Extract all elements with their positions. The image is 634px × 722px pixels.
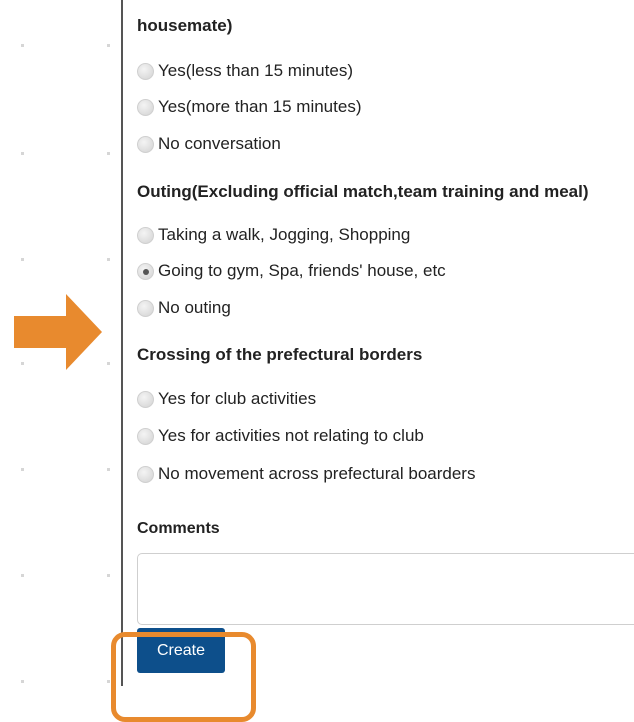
radio-label: Yes for activities not relating to club — [158, 426, 424, 445]
radio-button[interactable] — [137, 390, 154, 408]
radio-button[interactable] — [137, 62, 154, 80]
background-dot — [21, 468, 24, 471]
radio-option-club-activities[interactable]: Yes for club activities — [137, 387, 316, 411]
radio-button[interactable] — [137, 465, 154, 483]
radio-option-walk-jogging-shopping[interactable]: Taking a walk, Jogging, Shopping — [137, 223, 410, 247]
create-button[interactable]: Create — [137, 628, 225, 673]
radio-label: Yes for club activities — [158, 389, 317, 408]
radio-option-gym-spa-friends[interactable]: Going to gym, Spa, friends' house, etc — [137, 259, 446, 283]
radio-label: Yes(more than 15 minutes) — [158, 97, 362, 116]
comments-textarea[interactable] — [137, 553, 634, 625]
radio-button[interactable] — [137, 226, 154, 244]
background-dot — [107, 468, 110, 471]
background-dot — [107, 152, 110, 155]
background-dot — [21, 574, 24, 577]
radio-button[interactable] — [137, 135, 154, 153]
border-heading: Crossing of the prefectural borders — [137, 345, 423, 364]
comments-label: Comments — [137, 520, 220, 537]
radio-label: Going to gym, Spa, friends' house, etc — [158, 261, 446, 280]
background-dot — [21, 680, 24, 683]
radio-label: No outing — [158, 298, 231, 317]
background-dot — [21, 44, 24, 47]
radio-option-no-border-movement[interactable]: No movement across prefectural boarders — [137, 462, 475, 486]
radio-button[interactable] — [137, 299, 154, 317]
radio-option-yes-more-15[interactable]: Yes(more than 15 minutes) — [137, 95, 361, 119]
radio-label: No conversation — [158, 134, 281, 153]
radio-button-selected[interactable] — [137, 262, 154, 280]
background-dot — [21, 258, 24, 261]
radio-option-yes-less-15[interactable]: Yes(less than 15 minutes) — [137, 59, 353, 83]
background-dot — [107, 680, 110, 683]
radio-button[interactable] — [137, 427, 154, 445]
background-dot — [107, 362, 110, 365]
radio-option-no-conversation[interactable]: No conversation — [137, 132, 281, 156]
outing-heading: Outing(Excluding official match,team tra… — [137, 182, 589, 201]
background-dot — [107, 44, 110, 47]
conversation-heading: housemate) — [137, 16, 233, 35]
radio-option-non-club-activities[interactable]: Yes for activities not relating to club — [137, 424, 424, 448]
orange-arrow-icon — [14, 294, 102, 370]
background-dot — [107, 258, 110, 261]
radio-label: Yes(less than 15 minutes) — [158, 61, 353, 80]
background-dot — [21, 152, 24, 155]
radio-label: No movement across prefectural boarders — [158, 464, 476, 483]
radio-button[interactable] — [137, 98, 154, 116]
background-dot — [107, 574, 110, 577]
radio-option-no-outing[interactable]: No outing — [137, 296, 231, 320]
radio-label: Taking a walk, Jogging, Shopping — [158, 225, 411, 244]
